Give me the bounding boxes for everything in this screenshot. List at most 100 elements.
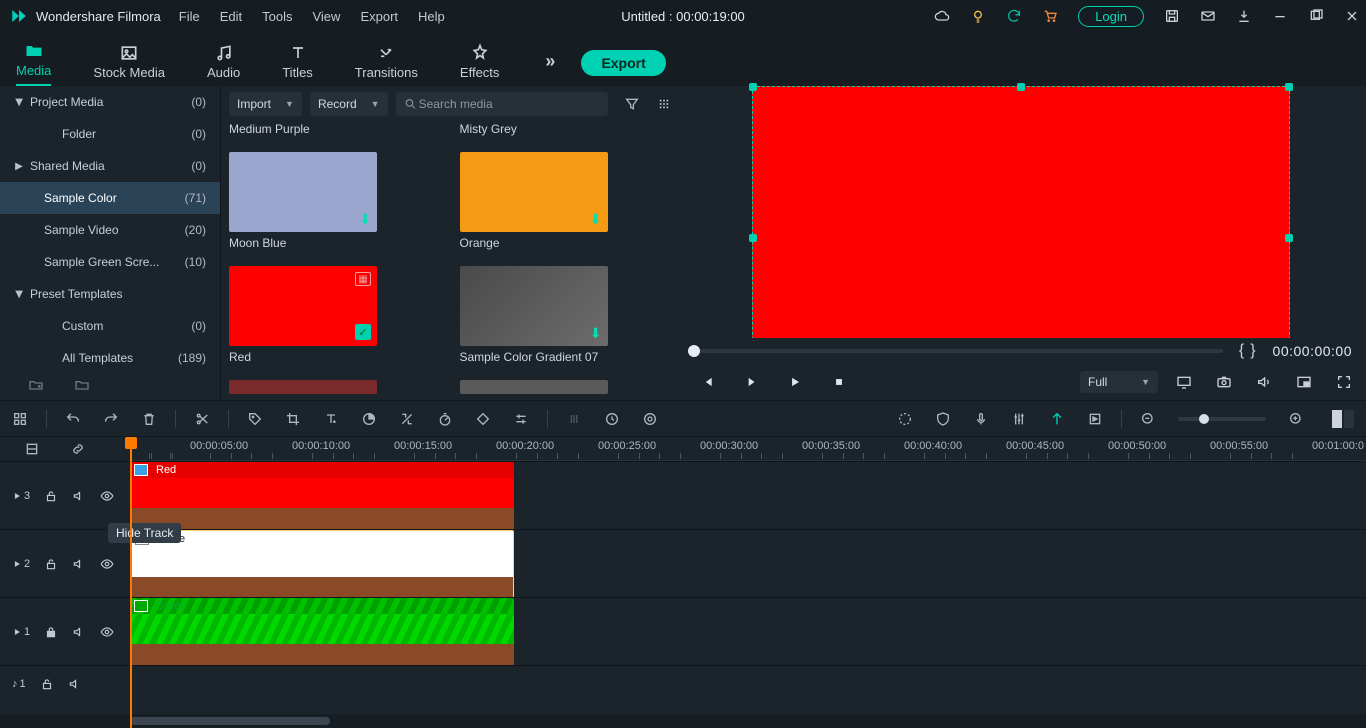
browser-item[interactable]: Misty Grey bbox=[460, 122, 673, 140]
menu-tools[interactable]: Tools bbox=[262, 9, 292, 24]
menu-edit[interactable]: Edit bbox=[220, 9, 242, 24]
sidebar-item-shared-media[interactable]: ▶Shared Media(0) bbox=[0, 150, 220, 182]
search-box[interactable] bbox=[396, 92, 608, 116]
tab-transitions[interactable]: Transitions bbox=[355, 43, 418, 86]
browser-item[interactable] bbox=[229, 374, 442, 394]
track-arrange-icon[interactable] bbox=[24, 441, 40, 457]
more-tabs-icon[interactable]: » bbox=[545, 51, 555, 72]
zoom-out-icon[interactable] bbox=[1140, 411, 1156, 427]
mute-icon[interactable] bbox=[72, 557, 86, 571]
undo-icon[interactable] bbox=[65, 411, 81, 427]
search-input[interactable] bbox=[417, 96, 600, 112]
sidebar-item-sample-color[interactable]: Sample Color(71) bbox=[0, 182, 220, 214]
resize-handle[interactable] bbox=[1285, 234, 1293, 242]
resize-handle[interactable] bbox=[1285, 83, 1293, 91]
adjust-icon[interactable] bbox=[513, 411, 529, 427]
audio-tool-icon[interactable] bbox=[642, 411, 658, 427]
effect-icon[interactable] bbox=[399, 411, 415, 427]
download-thumb-icon[interactable]: ⬇ bbox=[590, 325, 602, 342]
menu-file[interactable]: File bbox=[179, 9, 200, 24]
display-icon[interactable] bbox=[1176, 374, 1192, 390]
locked-icon[interactable] bbox=[44, 625, 58, 639]
visibility-icon[interactable] bbox=[100, 625, 114, 639]
shield-icon[interactable] bbox=[935, 411, 951, 427]
mute-icon[interactable] bbox=[72, 625, 86, 639]
menu-export[interactable]: Export bbox=[360, 9, 398, 24]
snapshot-icon[interactable] bbox=[1216, 374, 1232, 390]
cart-icon[interactable] bbox=[1042, 8, 1058, 24]
download-thumb-icon[interactable]: ⬇ bbox=[359, 211, 371, 228]
sidebar-item-custom[interactable]: Custom(0) bbox=[0, 310, 220, 342]
stop-icon[interactable] bbox=[832, 375, 846, 389]
maximize-icon[interactable] bbox=[1308, 8, 1324, 24]
timeline-lanes[interactable]: Red White Green bbox=[130, 461, 1366, 714]
filter-icon[interactable] bbox=[624, 96, 640, 112]
import-dropdown[interactable]: Import▼ bbox=[229, 92, 302, 116]
sidebar-item-project-media[interactable]: ▶Project Media(0) bbox=[0, 86, 220, 118]
crop-icon[interactable] bbox=[285, 411, 301, 427]
grid-view-icon[interactable] bbox=[656, 96, 672, 112]
open-folder-icon[interactable] bbox=[74, 377, 90, 393]
tab-titles[interactable]: Titles bbox=[282, 43, 313, 86]
marker-icon[interactable] bbox=[1049, 411, 1065, 427]
render-icon[interactable] bbox=[1087, 411, 1103, 427]
browser-item[interactable]: ⬇ Orange bbox=[460, 146, 673, 254]
keyframe-icon[interactable] bbox=[475, 411, 491, 427]
mail-icon[interactable] bbox=[1200, 8, 1216, 24]
resize-handle[interactable] bbox=[749, 83, 757, 91]
browser-item[interactable]: Medium Purple bbox=[229, 122, 442, 140]
link-icon[interactable] bbox=[70, 441, 86, 457]
download-thumb-icon[interactable]: ⬇ bbox=[590, 211, 602, 228]
clip-green[interactable]: Green bbox=[130, 598, 514, 666]
timeline-view-toggle[interactable] bbox=[1332, 410, 1354, 428]
quality-select[interactable]: Full▼ bbox=[1080, 371, 1158, 393]
zoom-knob[interactable] bbox=[1199, 414, 1209, 424]
menu-help[interactable]: Help bbox=[418, 9, 445, 24]
zoom-in-icon[interactable] bbox=[1288, 411, 1304, 427]
preview-scrubber[interactable] bbox=[694, 349, 1223, 353]
lock-icon[interactable] bbox=[44, 489, 58, 503]
redo-icon[interactable] bbox=[103, 411, 119, 427]
visibility-icon[interactable] bbox=[100, 489, 114, 503]
h-scrollbar-thumb[interactable] bbox=[130, 717, 330, 725]
pip-icon[interactable] bbox=[1296, 374, 1312, 390]
mic-icon[interactable] bbox=[973, 411, 989, 427]
text-tool-icon[interactable] bbox=[323, 411, 339, 427]
scrub-knob[interactable] bbox=[688, 345, 700, 357]
sync-icon[interactable] bbox=[1006, 8, 1022, 24]
sidebar-item-folder[interactable]: Folder(0) bbox=[0, 118, 220, 150]
browser-item[interactable]: ⬇ Moon Blue bbox=[229, 146, 442, 254]
lock-icon[interactable] bbox=[44, 557, 58, 571]
tab-media[interactable]: Media bbox=[16, 41, 51, 86]
delete-icon[interactable] bbox=[141, 411, 157, 427]
prev-frame-icon[interactable] bbox=[700, 375, 714, 389]
clip-white[interactable]: White bbox=[130, 530, 514, 598]
voiceover-icon[interactable] bbox=[604, 411, 620, 427]
clip-red[interactable]: Red bbox=[130, 462, 514, 530]
minimize-icon[interactable] bbox=[1272, 8, 1288, 24]
browser-item[interactable] bbox=[460, 374, 673, 394]
volume-icon[interactable] bbox=[1256, 374, 1272, 390]
sidebar-item-sample-green[interactable]: Sample Green Scre...(10) bbox=[0, 246, 220, 278]
color-icon[interactable] bbox=[361, 411, 377, 427]
menu-view[interactable]: View bbox=[312, 9, 340, 24]
lock-icon[interactable] bbox=[40, 677, 54, 691]
cut-icon[interactable] bbox=[194, 411, 210, 427]
sidebar-item-preset-templates[interactable]: ▶Preset Templates bbox=[0, 278, 220, 310]
play-forward-icon[interactable] bbox=[744, 375, 758, 389]
tag-icon[interactable] bbox=[247, 411, 263, 427]
save-icon[interactable] bbox=[1164, 8, 1180, 24]
new-folder-icon[interactable] bbox=[28, 377, 44, 393]
cloud-icon[interactable] bbox=[934, 8, 950, 24]
mixer-icon[interactable] bbox=[1011, 411, 1027, 427]
tab-audio[interactable]: Audio bbox=[207, 43, 240, 86]
play-icon[interactable] bbox=[788, 375, 802, 389]
bulb-icon[interactable] bbox=[970, 8, 986, 24]
tab-effects[interactable]: Effects bbox=[460, 43, 500, 86]
mute-icon[interactable] bbox=[68, 677, 82, 691]
mark-in-icon[interactable]: { bbox=[1239, 342, 1244, 360]
qr-icon[interactable] bbox=[12, 411, 28, 427]
close-icon[interactable] bbox=[1344, 8, 1360, 24]
speed-icon[interactable] bbox=[437, 411, 453, 427]
mark-out-icon[interactable]: } bbox=[1250, 342, 1255, 360]
